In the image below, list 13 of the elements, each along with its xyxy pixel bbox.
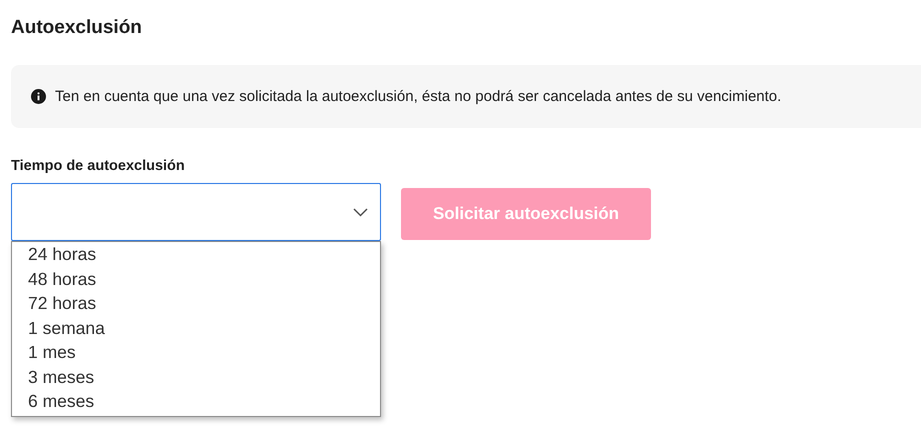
dropdown-option[interactable]: 6 meses xyxy=(12,389,380,414)
dropdown-option[interactable]: 3 meses xyxy=(12,364,380,389)
dropdown-option[interactable]: 24 horas xyxy=(12,242,380,266)
page-title: Autoexclusión xyxy=(11,17,143,39)
notice-text: Ten en cuenta que una vez solicitada la autoexclusión, ésta no podrá ser cancelada antes de su vencimiento. xyxy=(55,88,782,105)
dropdown-option[interactable]: 48 horas xyxy=(12,266,380,291)
dropdown-option[interactable]: 1 mes xyxy=(12,340,380,364)
chevron-down-icon xyxy=(353,208,368,216)
dropdown-option[interactable]: 72 horas xyxy=(12,291,380,316)
info-icon xyxy=(31,89,46,104)
duration-select[interactable] xyxy=(11,183,381,241)
dropdown-option[interactable]: 1 semana xyxy=(12,316,380,340)
field-label: Tiempo de autoexclusión xyxy=(11,158,186,174)
